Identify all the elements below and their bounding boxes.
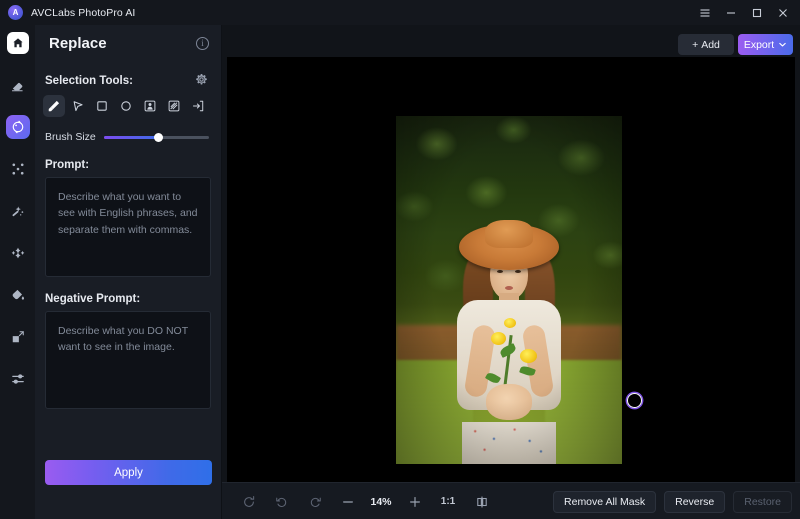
menu-icon[interactable] [692, 0, 718, 25]
brush-icon [47, 99, 61, 113]
sidebar-item-expand[interactable] [0, 154, 35, 184]
app-logo-letter: A [12, 8, 19, 17]
rectangle-tool[interactable] [91, 95, 113, 117]
reverse-button[interactable]: Reverse [664, 490, 726, 513]
brush-cursor-circle [627, 393, 642, 408]
sidebar-item-upscale[interactable] [0, 322, 35, 352]
app-title: AVCLabs PhotoPro AI [31, 6, 136, 19]
info-icon[interactable]: i [196, 37, 209, 50]
sidebar-item-colorize[interactable] [0, 280, 35, 310]
selection-tools-row: Selection Tools: [35, 73, 221, 87]
home-icon[interactable] [7, 32, 29, 54]
hatched-frame-icon [167, 99, 181, 113]
close-icon[interactable] [770, 0, 796, 25]
image-canvas[interactable] [227, 57, 795, 494]
sidebar-item-retouch[interactable] [0, 238, 35, 268]
rail-items [0, 70, 35, 406]
selection-tools-label: Selection Tools: [45, 75, 133, 87]
window-controls [692, 0, 796, 25]
workspace: + Add Export 14% 1:1 Remove All Mask Rev… [222, 25, 800, 519]
app-logo-icon: A [8, 5, 23, 20]
redo-icon[interactable] [298, 483, 331, 519]
sidebar-item-adjust[interactable] [0, 364, 35, 394]
background-select-tool[interactable] [163, 95, 185, 117]
compare-split-icon[interactable] [465, 483, 498, 519]
title-bar: A AVCLabs PhotoPro AI [0, 0, 800, 25]
photo-vignette [396, 116, 622, 464]
negative-prompt-label: Negative Prompt: [45, 293, 141, 305]
selection-tools [35, 87, 221, 117]
reset-icon[interactable] [232, 483, 265, 519]
gear-icon[interactable] [195, 73, 209, 87]
left-rail [0, 25, 35, 519]
brush-size-row: Brush Size [35, 117, 221, 143]
paint-drop-icon [6, 283, 30, 307]
rectangle-icon [95, 99, 109, 113]
negative-prompt-input[interactable]: Describe what you DO NOT want to see in … [45, 311, 211, 409]
import-arrow-icon [191, 99, 205, 113]
photo[interactable] [396, 116, 622, 464]
person-frame-icon [143, 99, 157, 113]
page-title: Replace [49, 34, 107, 52]
add-button[interactable]: + Add [678, 34, 734, 55]
import-mask-tool[interactable] [187, 95, 209, 117]
lasso-tool[interactable] [67, 95, 89, 117]
maximize-icon[interactable] [744, 0, 770, 25]
brush-tool[interactable] [43, 95, 65, 117]
bottom-bar-actions: Remove All Mask Reverse Restore [553, 483, 792, 519]
export-button[interactable]: Export [738, 34, 793, 55]
panel-header: Replace i [35, 25, 221, 61]
plus-icon: + [692, 38, 699, 51]
brush-size-slider[interactable] [103, 132, 209, 142]
cursor-icon [71, 99, 85, 113]
sliders-icon [6, 367, 30, 391]
export-button-label: Export [743, 38, 775, 51]
minimize-icon[interactable] [718, 0, 744, 25]
retouch-icon [6, 241, 30, 265]
app-window: A AVCLabs PhotoPro AI Replace i Selectio… [0, 0, 800, 519]
undo-icon[interactable] [265, 483, 298, 519]
ellipse-tool[interactable] [115, 95, 137, 117]
prompt-input[interactable]: Describe what you want to see with Engli… [45, 177, 211, 277]
chevron-down-icon [778, 40, 787, 49]
sidebar-item-enhance[interactable] [0, 196, 35, 226]
brush-size-slider-thumb[interactable] [153, 132, 163, 142]
tool-panel: Replace i Selection Tools: Brush Size Pr… [35, 25, 222, 519]
zoom-out-button[interactable] [331, 483, 364, 519]
zoom-level: 14% [370, 495, 392, 508]
apply-button[interactable]: Apply [45, 460, 212, 485]
brush-size-label: Brush Size [45, 131, 96, 143]
add-button-label: Add [701, 38, 720, 51]
restore-button: Restore [733, 490, 792, 513]
circle-icon [119, 99, 133, 113]
sidebar-item-eraser[interactable] [0, 70, 35, 100]
brush-size-slider-fill [103, 135, 159, 139]
zoom-in-button[interactable] [398, 483, 431, 519]
expand-icon [6, 157, 30, 181]
remove-all-mask-button[interactable]: Remove All Mask [553, 490, 657, 513]
sidebar-item-replace[interactable] [0, 112, 35, 142]
bottom-bar-left: 14% 1:1 [232, 483, 498, 519]
fit-ratio-button[interactable]: 1:1 [431, 496, 465, 507]
replace-icon [5, 115, 30, 139]
subject-select-tool[interactable] [139, 95, 161, 117]
prompt-label: Prompt: [45, 159, 90, 171]
upscale-icon [6, 325, 30, 349]
magic-wand-icon [6, 199, 30, 223]
bottom-bar: 14% 1:1 Remove All Mask Reverse Restore [222, 482, 800, 519]
eraser-icon [6, 73, 30, 97]
